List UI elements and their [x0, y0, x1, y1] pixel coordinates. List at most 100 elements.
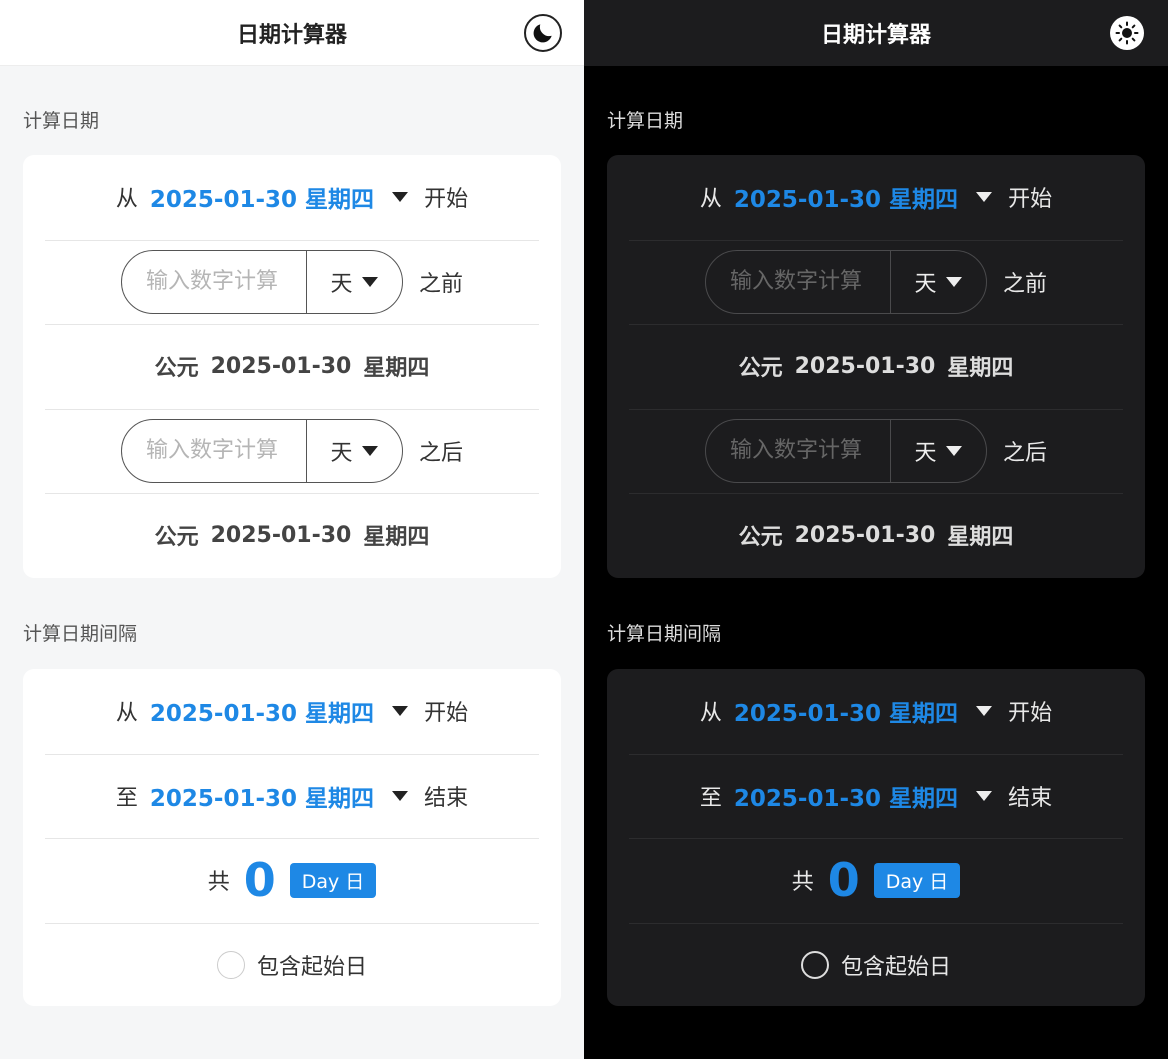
chevron-down-icon[interactable] — [976, 706, 993, 717]
include-start-checkbox[interactable] — [800, 950, 829, 979]
start-date-picker[interactable]: 2025-01-30 星期四 — [150, 180, 374, 214]
chevron-down-icon — [946, 445, 963, 456]
start-date-row: 从 2025-01-30 星期四 开始 — [607, 155, 1145, 240]
result-era: 公元 — [738, 356, 783, 382]
section-title-calc: 计算日期 — [607, 110, 684, 132]
before-unit-select[interactable]: 天 — [305, 250, 402, 313]
from-label: 从 — [699, 701, 722, 727]
result-weekday: 星期四 — [947, 356, 1014, 382]
before-label: 之前 — [418, 271, 463, 297]
after-row: 天 之后 — [607, 408, 1145, 494]
start-label: 开始 — [1008, 187, 1053, 213]
calc-card: 从 2025-01-30 星期四 开始 天 之前 公元 2025-01-30 星… — [607, 155, 1145, 578]
interval-total-row: 共 0 Day 日 — [607, 838, 1145, 923]
unit-label: 天 — [914, 440, 937, 466]
interval-start-row: 从 2025-01-30 星期四 开始 — [23, 669, 561, 754]
before-row: 天 之前 — [607, 239, 1145, 325]
start-date-picker[interactable]: 2025-01-30 星期四 — [734, 180, 958, 214]
after-row: 天 之后 — [23, 408, 561, 494]
start-label: 开始 — [424, 187, 469, 213]
section-title-interval: 计算日期间隔 — [607, 623, 722, 645]
interval-card: 从 2025-01-30 星期四 开始 至 2025-01-30 星期四 结束 … — [23, 669, 561, 1006]
include-start-checkbox[interactable] — [216, 950, 245, 979]
after-result: 公元 2025-01-30 星期四 — [23, 493, 561, 578]
chevron-down-icon[interactable] — [392, 790, 409, 801]
interval-end-row: 至 2025-01-30 星期四 结束 — [607, 753, 1145, 839]
chevron-down-icon[interactable] — [976, 192, 993, 203]
to-label: 至 — [699, 785, 722, 811]
include-start-label[interactable]: 包含起始日 — [257, 949, 367, 981]
interval-end-row: 至 2025-01-30 星期四 结束 — [23, 753, 561, 839]
theme-toggle-button[interactable] — [1110, 16, 1144, 50]
start-label: 开始 — [1008, 701, 1053, 727]
result-date: 2025-01-30 — [794, 522, 936, 548]
total-value: 0 — [827, 853, 860, 908]
from-label: 从 — [699, 187, 722, 213]
app-header: 日期计算器 — [0, 0, 584, 66]
section-title-calc: 计算日期 — [23, 110, 100, 132]
result-era: 公元 — [154, 525, 199, 551]
result-date: 2025-01-30 — [210, 522, 352, 548]
chevron-down-icon — [362, 445, 379, 456]
after-number-input[interactable] — [121, 419, 306, 482]
unit-label: 天 — [330, 271, 353, 297]
after-unit-select[interactable]: 天 — [889, 419, 986, 482]
include-start-row: 包含起始日 — [23, 922, 561, 1007]
end-label: 结束 — [424, 785, 469, 811]
start-label: 开始 — [424, 701, 469, 727]
sun-icon — [1115, 21, 1139, 45]
app-title: 日期计算器 — [820, 23, 931, 48]
total-label: 共 — [791, 870, 814, 896]
app-header: 日期计算器 — [584, 0, 1168, 66]
before-number-input[interactable] — [705, 250, 890, 313]
before-number-input[interactable] — [121, 250, 306, 313]
to-label: 至 — [115, 785, 138, 811]
before-result: 公元 2025-01-30 星期四 — [23, 324, 561, 409]
result-date: 2025-01-30 — [794, 353, 936, 379]
interval-end-date-picker[interactable]: 2025-01-30 星期四 — [734, 779, 958, 813]
unit-label: 天 — [330, 440, 353, 466]
result-date: 2025-01-30 — [210, 353, 352, 379]
section-title-interval: 计算日期间隔 — [23, 623, 138, 645]
before-unit-select[interactable]: 天 — [889, 250, 986, 313]
total-value: 0 — [243, 853, 276, 908]
app-title: 日期计算器 — [236, 22, 347, 48]
after-unit-select[interactable]: 天 — [305, 419, 402, 482]
interval-start-row: 从 2025-01-30 星期四 开始 — [607, 669, 1145, 754]
interval-start-date-picker[interactable]: 2025-01-30 星期四 — [150, 694, 374, 728]
unit-label: 天 — [914, 271, 937, 297]
after-number-input[interactable] — [705, 419, 890, 482]
dark-theme-panel: 日期计算器 计算日期 从 2025-01-30 星期四 开始 输入数字计算 天 … — [584, 0, 1168, 1059]
before-result: 公元 2025-01-30 星期四 — [607, 324, 1145, 409]
include-start-row: 包含起始日 — [607, 922, 1145, 1007]
from-label: 从 — [115, 701, 138, 727]
chevron-down-icon — [946, 276, 963, 287]
result-weekday: 星期四 — [363, 525, 430, 551]
light-theme-panel: 日期计算器 计算日期 从 2025-01-30 星期四 开始 天 之前 公元 2… — [0, 0, 584, 1059]
theme-toggle-button[interactable] — [524, 14, 562, 52]
after-label: 之后 — [1002, 440, 1047, 466]
interval-card: 从 2025-01-30 星期四 开始 至 2025-01-30 星期四 结束 … — [607, 669, 1145, 1006]
calc-card: 从 2025-01-30 星期四 开始 天 之前 公元 2025-01-30 星… — [23, 155, 561, 578]
include-start-label[interactable]: 包含起始日 — [841, 949, 951, 981]
before-input-group: 天 — [704, 249, 987, 314]
end-label: 结束 — [1008, 785, 1053, 811]
after-input-group: 天 — [120, 418, 403, 483]
chevron-down-icon[interactable] — [976, 790, 993, 801]
unit-badge-button[interactable]: Day 日 — [289, 862, 377, 898]
result-era: 公元 — [154, 356, 199, 382]
from-label: 从 — [115, 187, 138, 213]
interval-end-date-picker[interactable]: 2025-01-30 星期四 — [150, 779, 374, 813]
unit-badge-button[interactable]: Day 日 — [873, 862, 961, 898]
interval-start-date-picker[interactable]: 2025-01-30 星期四 — [734, 694, 958, 728]
after-result: 公元 2025-01-30 星期四 — [607, 493, 1145, 578]
result-era: 公元 — [738, 525, 783, 551]
before-row: 天 之前 — [23, 239, 561, 325]
moon-icon — [533, 24, 552, 43]
chevron-down-icon[interactable] — [392, 706, 409, 717]
chevron-down-icon[interactable] — [392, 192, 409, 203]
start-date-row: 从 2025-01-30 星期四 开始 — [23, 155, 561, 240]
after-label: 之后 — [418, 440, 463, 466]
after-input-group: 天 — [704, 418, 987, 483]
interval-total-row: 共 0 Day 日 — [23, 838, 561, 923]
